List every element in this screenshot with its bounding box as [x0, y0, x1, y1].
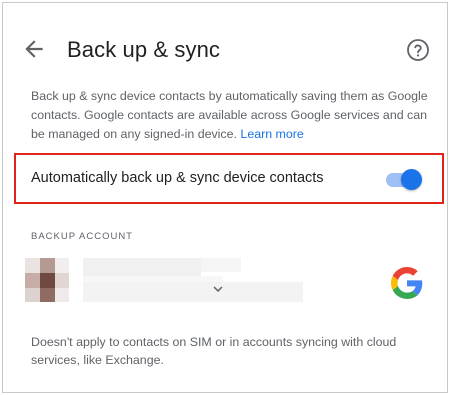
backup-account-section-label: BACKUP ACCOUNT — [31, 231, 133, 242]
account-name-redacted — [83, 258, 201, 276]
auto-sync-setting-row[interactable]: Automatically back up & sync device cont… — [14, 153, 444, 204]
account-email-redacted — [83, 282, 303, 302]
toggle-thumb — [401, 169, 422, 190]
backup-account-selector[interactable] — [3, 248, 447, 318]
auto-sync-toggle[interactable] — [386, 169, 422, 190]
footnote-text: Doesn't apply to contacts on SIM or in a… — [31, 335, 397, 367]
top-app-bar: Back up & sync — [3, 3, 447, 93]
arrow-back-icon — [25, 40, 43, 58]
chevron-down-icon[interactable] — [209, 280, 227, 298]
learn-more-link[interactable]: Learn more — [240, 127, 303, 141]
description-text: Back up & sync device contacts by automa… — [31, 89, 428, 141]
auto-sync-label: Automatically back up & sync device cont… — [31, 170, 324, 186]
settings-screen: Back up & sync Back up & sync device con… — [2, 2, 448, 393]
google-logo-icon — [391, 267, 423, 299]
avatar — [25, 258, 69, 302]
setting-description: Back up & sync device contacts by automa… — [31, 87, 431, 144]
back-button[interactable] — [21, 36, 47, 62]
page-title: Back up & sync — [67, 37, 221, 62]
account-name-redacted-extra — [201, 258, 241, 272]
help-circle-icon — [407, 39, 429, 61]
help-button[interactable] — [406, 38, 430, 62]
